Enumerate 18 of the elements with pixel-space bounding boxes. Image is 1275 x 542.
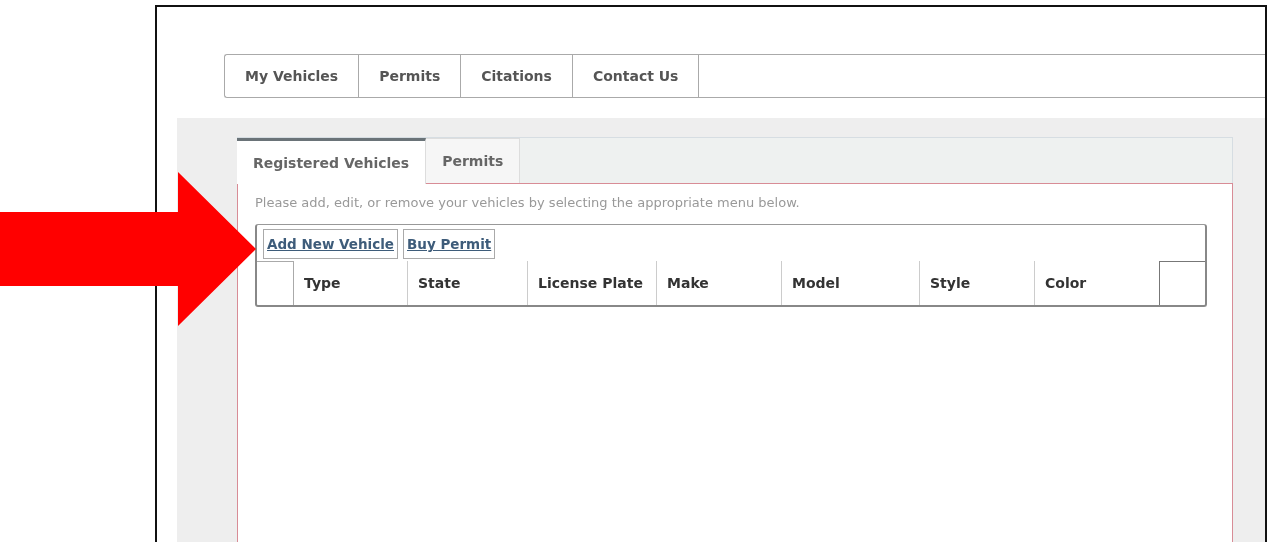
- instruction-text: Please add, edit, or remove your vehicles by selecting the appropriate menu below.: [255, 195, 801, 210]
- nav-link[interactable]: Citations: [461, 55, 573, 97]
- column-header: Make: [656, 261, 781, 305]
- action-link[interactable]: Add New Vehicle: [263, 229, 398, 259]
- tab[interactable]: Registered Vehicles: [237, 138, 427, 184]
- tab[interactable]: Permits: [426, 138, 521, 183]
- column-header: Style: [919, 261, 1034, 305]
- nav-link[interactable]: Permits: [359, 55, 462, 97]
- nav-link[interactable]: Contact Us: [572, 55, 700, 97]
- action-link[interactable]: Buy Permit: [403, 229, 496, 259]
- column-header: Type: [303, 274, 342, 293]
- column-header: License Plate: [527, 261, 656, 305]
- column-header: Model: [781, 261, 919, 305]
- select-column-header: [257, 261, 294, 305]
- column-header: Color: [1034, 261, 1159, 305]
- column-header: [1159, 261, 1205, 305]
- column-header: State: [407, 261, 527, 305]
- nav-link[interactable]: My Vehicles: [225, 55, 360, 97]
